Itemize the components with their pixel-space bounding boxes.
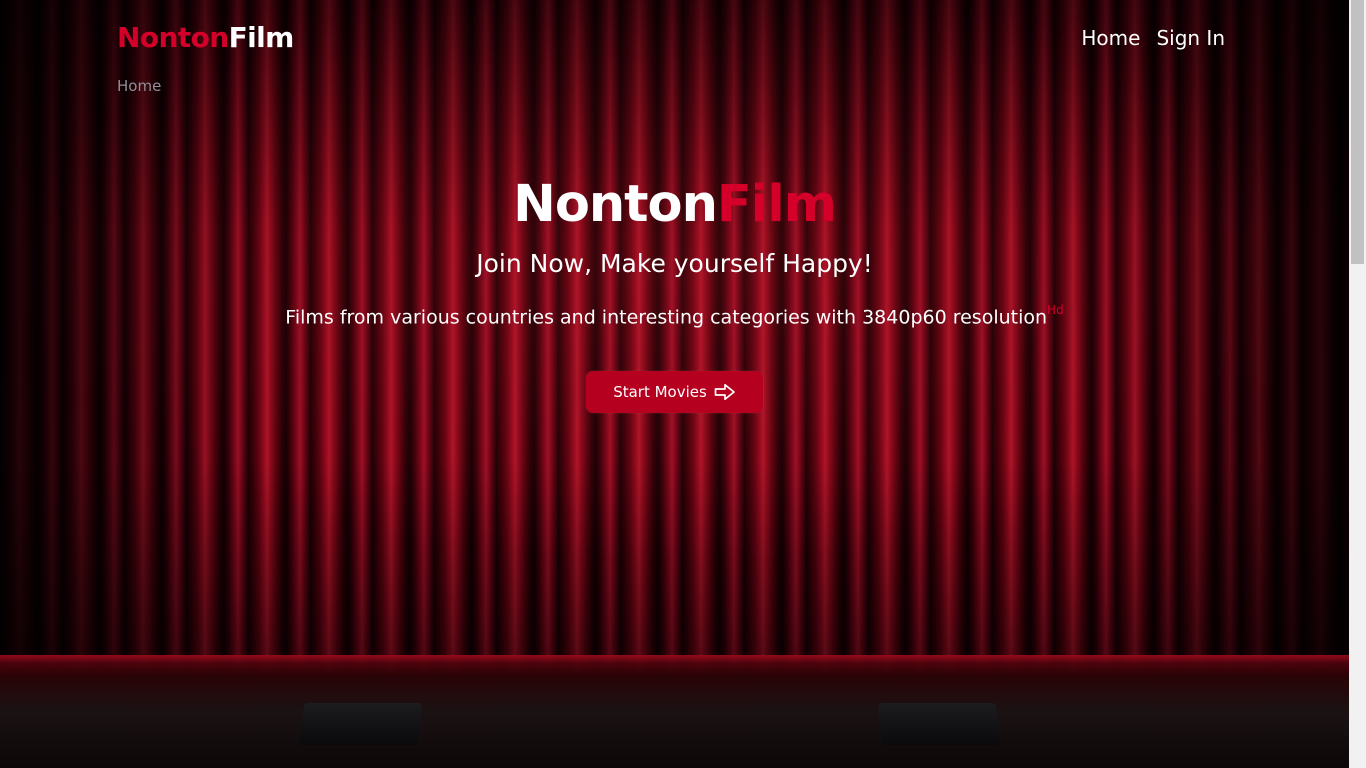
stage-floor (0, 655, 1349, 768)
hero-description: Films from various countries and interes… (0, 303, 1349, 329)
hero-title-part2: Film (716, 175, 837, 234)
scrollbar-thumb[interactable] (1351, 0, 1364, 264)
brand-logo-part1: Nonton (117, 21, 229, 54)
hd-badge: Hd (1047, 303, 1064, 317)
breadcrumb-item-home: Home (117, 77, 162, 95)
start-movies-button[interactable]: Start Movies (586, 371, 763, 413)
stage-edge (0, 655, 1349, 663)
nav-link-home[interactable]: Home (1081, 26, 1140, 50)
breadcrumb: Home (117, 77, 161, 95)
nav-links: Home Sign In (1081, 26, 1225, 50)
stage-speaker-left (299, 703, 423, 745)
page-scrollbar[interactable] (1349, 0, 1366, 768)
brand-logo-part2: Film (228, 21, 295, 54)
hero-tagline: Join Now, Make yourself Happy! (476, 249, 873, 278)
brand-logo[interactable]: NontonFilm (117, 21, 294, 54)
arrow-right-icon (714, 383, 736, 401)
landing-page: NontonFilm Home Sign In Home NontonFilm … (0, 0, 1366, 768)
start-movies-label: Start Movies (613, 383, 707, 401)
navbar: NontonFilm Home Sign In (117, 18, 1225, 62)
hero-description-text: Films from various countries and interes… (285, 306, 1048, 329)
hero-title-part1: Nonton (513, 175, 718, 234)
stage-speaker-right (877, 703, 1001, 745)
hero-title: NontonFilm (0, 175, 1349, 234)
nav-link-sign-in[interactable]: Sign In (1156, 26, 1225, 50)
